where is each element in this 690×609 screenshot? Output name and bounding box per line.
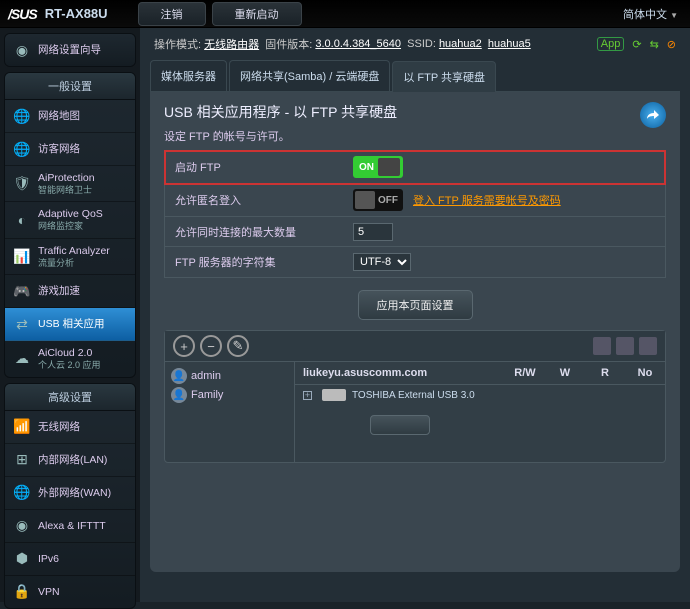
- hint-anon[interactable]: 登入 FTP 服务需要帐号及密码: [413, 192, 561, 208]
- tab-media-server[interactable]: 媒体服务器: [150, 60, 227, 91]
- ssid2-link[interactable]: huahua5: [488, 38, 531, 50]
- sidebar-game[interactable]: 🎮游戏加速: [5, 275, 135, 308]
- fw-version-link[interactable]: 3.0.0.4.384_5640: [315, 38, 401, 50]
- col-w: W: [545, 362, 585, 385]
- tab-samba[interactable]: 网络共享(Samba) / 云端硬盘: [229, 60, 390, 91]
- page-desc: 设定 FTP 的帐号与许可。: [164, 128, 666, 144]
- logout-button[interactable]: 注销: [138, 2, 206, 26]
- tree-expand-icon[interactable]: +: [303, 391, 312, 400]
- label-charset: FTP 服务器的字符集: [165, 248, 345, 276]
- gauge-icon: ◐: [11, 210, 33, 230]
- tab-ftp[interactable]: 以 FTP 共享硬盘: [392, 61, 496, 92]
- label-enable-ftp: 启动 FTP: [165, 153, 345, 181]
- add-user-button[interactable]: +: [173, 335, 195, 357]
- gamepad-icon: 🎮: [11, 281, 33, 301]
- sidebar-guest-network[interactable]: 🌐访客网络: [5, 133, 135, 166]
- wan-icon: 🌐: [11, 483, 33, 503]
- shield-icon: 🛡: [11, 174, 33, 194]
- col-rw: R/W: [505, 362, 545, 385]
- sidebar-wireless[interactable]: 📶无线网络: [5, 411, 135, 444]
- op-mode-link[interactable]: 无线路由器: [204, 36, 259, 52]
- apply-button[interactable]: 应用本页面设置: [358, 290, 473, 320]
- reboot-button[interactable]: 重新启动: [212, 2, 302, 26]
- label-anon: 允许匿名登入: [165, 186, 345, 214]
- app-badge[interactable]: App: [597, 37, 625, 51]
- language-selector[interactable]: 简体中文 ▼: [623, 6, 678, 22]
- brand-logo: /SUS: [8, 6, 37, 22]
- sidebar-vpn[interactable]: 🔒VPN: [5, 576, 135, 608]
- sidebar-wan[interactable]: 🌐外部网络(WAN): [5, 477, 135, 510]
- sidebar-usb-app[interactable]: ⇄USB 相关应用: [5, 308, 135, 341]
- device-name: TOSHIBA External USB 3.0: [352, 390, 475, 401]
- lan-icon: ⊞: [11, 450, 33, 470]
- sidebar-alexa[interactable]: ◉Alexa & IFTTT: [5, 510, 135, 543]
- sidebar-lan[interactable]: ⊞内部网络(LAN): [5, 444, 135, 477]
- status-icon-3[interactable]: ⊘: [667, 38, 676, 51]
- sidebar-quick-setup[interactable]: ◉网络设置向导: [5, 34, 135, 66]
- action-icon-1[interactable]: [593, 337, 611, 355]
- wizard-icon: ◉: [11, 40, 33, 60]
- folder-edit-button[interactable]: [370, 415, 430, 435]
- sidebar-network-map[interactable]: 🌐网络地图: [5, 100, 135, 133]
- alexa-icon: ◉: [11, 516, 33, 536]
- toggle-enable-ftp[interactable]: [353, 156, 403, 178]
- guest-icon: 🌐: [11, 139, 33, 159]
- edit-user-button[interactable]: ✎: [227, 335, 249, 357]
- sidebar-group-general: 一般设置: [5, 73, 135, 100]
- status-icon-1[interactable]: ⟳: [632, 38, 641, 51]
- sidebar-qos[interactable]: ◐Adaptive QoS网络监控家: [5, 202, 135, 238]
- col-no: No: [625, 362, 665, 385]
- device-row[interactable]: + TOSHIBA External USB 3.0: [303, 389, 497, 401]
- vpn-icon: 🔒: [11, 582, 33, 602]
- chart-icon: 📊: [11, 247, 33, 267]
- page-title: USB 相关应用程序 - 以 FTP 共享硬盘: [164, 102, 666, 122]
- input-maxconn[interactable]: [353, 223, 393, 241]
- sidebar-traffic[interactable]: 📊Traffic Analyzer流量分析: [5, 239, 135, 275]
- model-name: RT-AX88U: [45, 6, 108, 21]
- user-item-family[interactable]: 👤Family: [171, 387, 288, 403]
- sidebar-group-advanced: 高级设置: [5, 384, 135, 411]
- action-icon-2[interactable]: [616, 337, 634, 355]
- ssid-label: SSID:: [407, 38, 436, 50]
- usb-icon: ⇄: [11, 314, 33, 334]
- sidebar-aicloud[interactable]: ☁AiCloud 2.0个人云 2.0 应用: [5, 341, 135, 376]
- back-arrow-icon: [645, 107, 661, 123]
- ipv6-icon: ⬢: [11, 549, 33, 569]
- user-item-admin[interactable]: 👤admin: [171, 368, 288, 384]
- select-charset[interactable]: UTF-8: [353, 253, 411, 271]
- hdd-icon: [322, 389, 346, 401]
- label-maxconn: 允许同时连接的最大数量: [165, 218, 345, 246]
- fw-label: 固件版本:: [265, 36, 312, 52]
- user-icon: 👤: [171, 387, 187, 403]
- cloud-icon: ☁: [11, 349, 33, 369]
- remove-user-button[interactable]: −: [200, 335, 222, 357]
- user-list: 👤admin 👤Family: [165, 362, 295, 462]
- sidebar-ipv6[interactable]: ⬢IPv6: [5, 543, 135, 576]
- action-icon-3[interactable]: [639, 337, 657, 355]
- op-mode-label: 操作模式:: [154, 36, 201, 52]
- col-r: R: [585, 362, 625, 385]
- status-icon-2[interactable]: ⇆: [650, 38, 659, 51]
- help-button[interactable]: [640, 102, 666, 128]
- sidebar-aiprotection[interactable]: 🛡AiProtection智能网络卫士: [5, 166, 135, 202]
- user-icon: 👤: [171, 368, 187, 384]
- toggle-anon[interactable]: [353, 189, 403, 211]
- ssid1-link[interactable]: huahua2: [439, 38, 482, 50]
- col-host: liukeyu.asuscomm.com: [295, 362, 505, 385]
- globe-icon: 🌐: [11, 106, 33, 126]
- wifi-icon: 📶: [11, 417, 33, 437]
